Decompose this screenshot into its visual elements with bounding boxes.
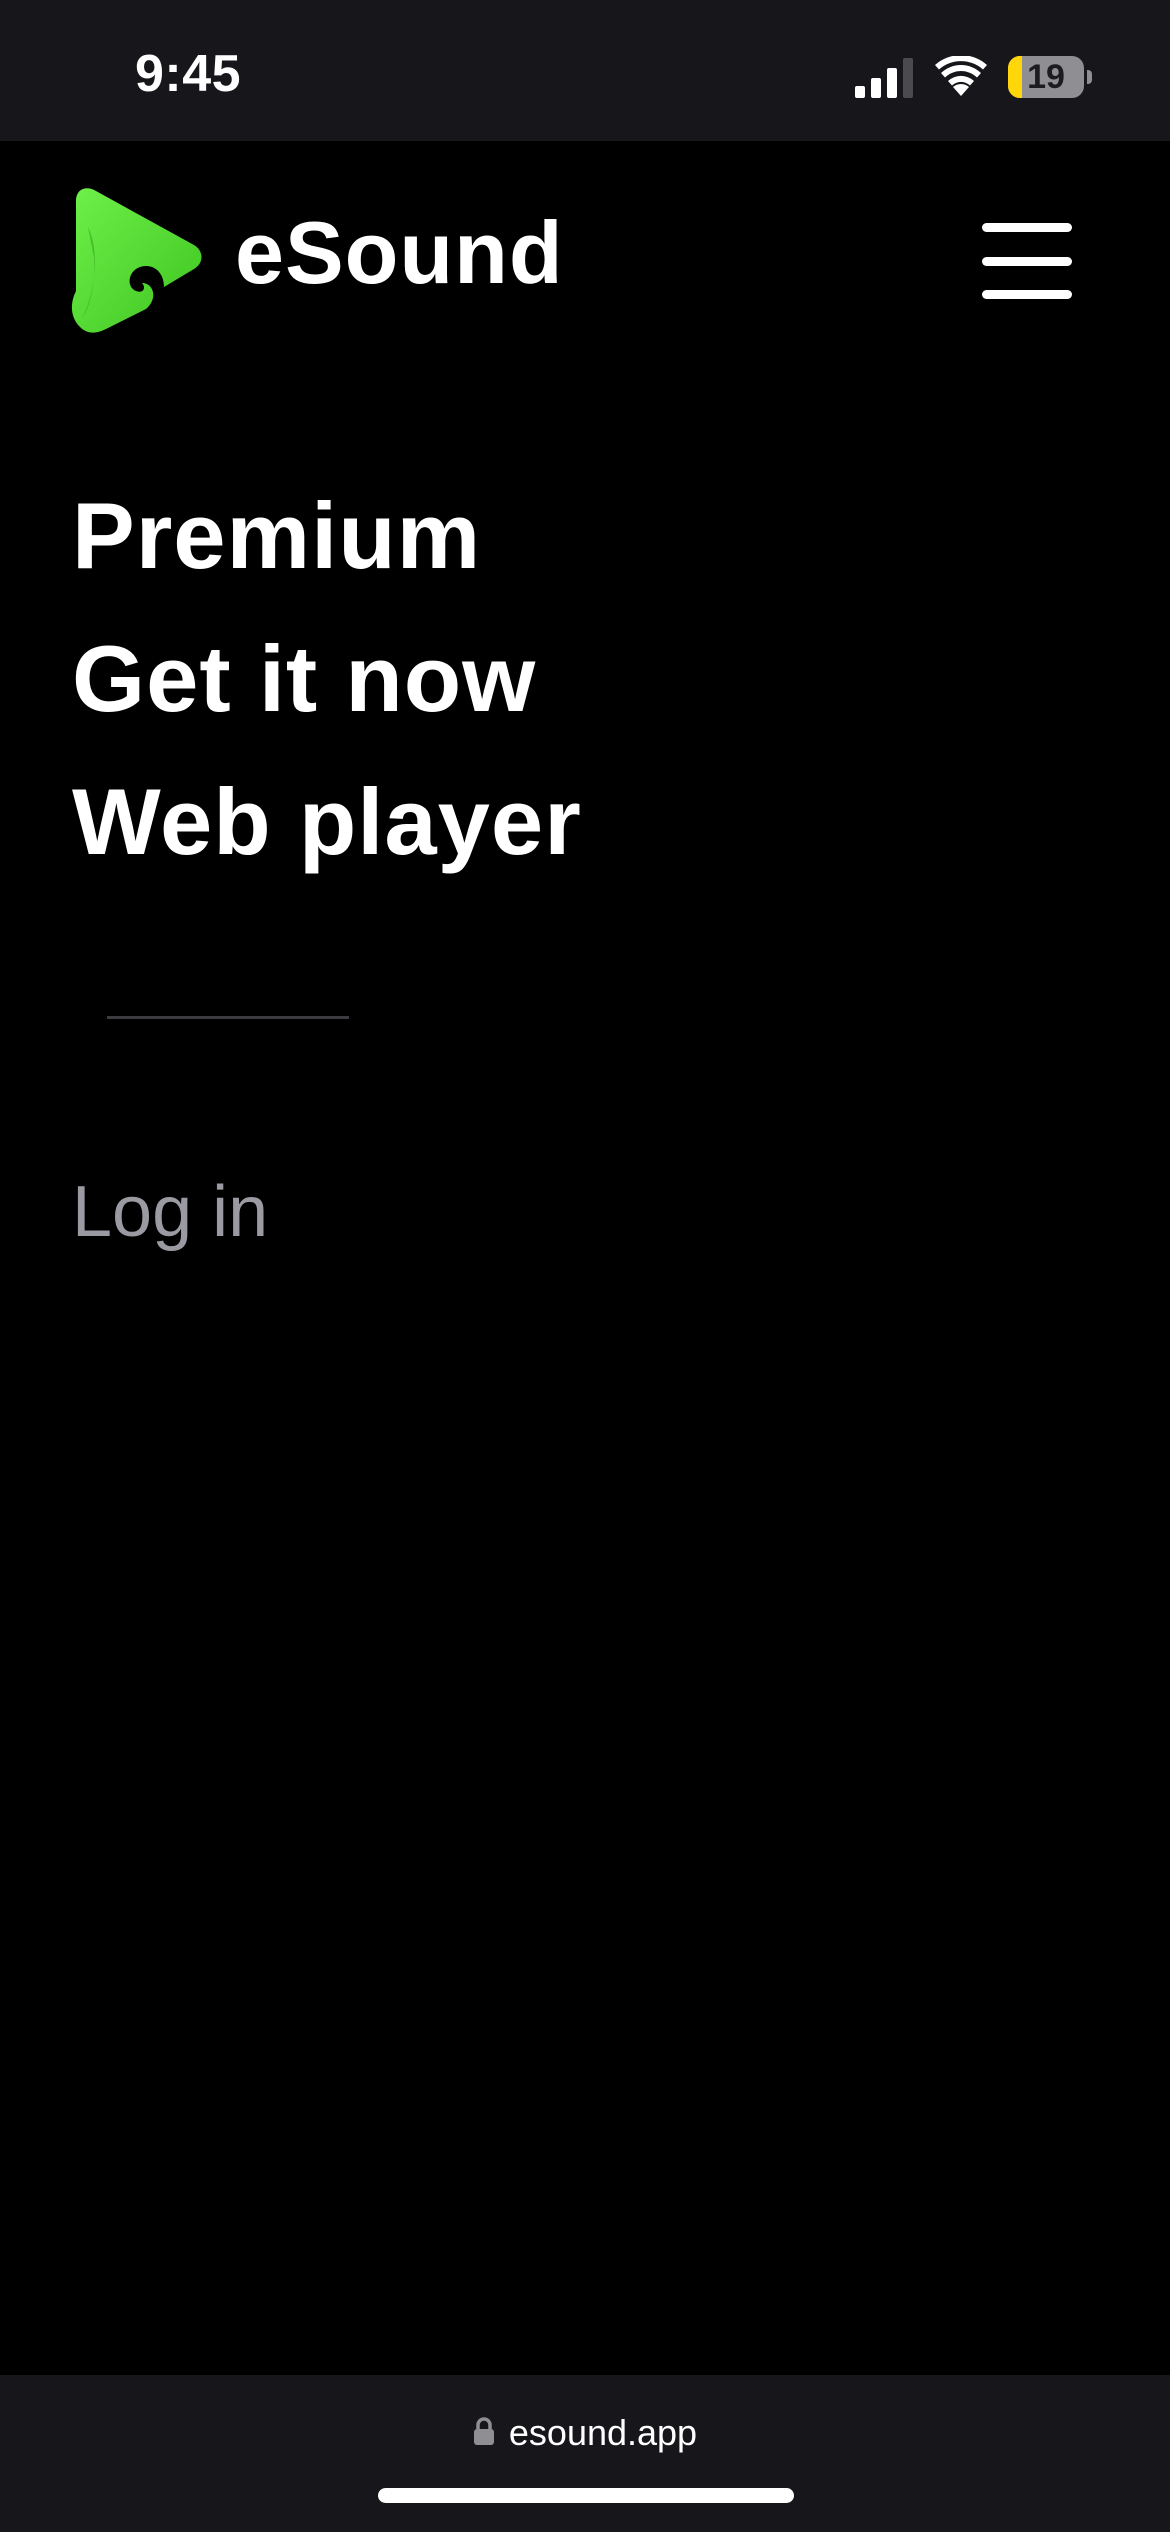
lock-icon bbox=[473, 2417, 494, 2446]
screen: 9:45 19 eSound Premium Get it now Web pl… bbox=[0, 0, 1170, 2532]
status-time: 9:45 bbox=[135, 45, 242, 103]
battery-icon: 19 bbox=[1008, 56, 1092, 100]
login-link[interactable]: Log in bbox=[72, 1176, 268, 1248]
nav-item-premium[interactable]: Premium bbox=[72, 489, 481, 583]
status-bar: 9:45 19 bbox=[0, 0, 1170, 141]
site-header: eSound bbox=[0, 141, 1170, 381]
home-indicator[interactable] bbox=[378, 2488, 794, 2503]
cellular-signal-icon bbox=[855, 58, 913, 98]
wifi-icon bbox=[935, 56, 987, 96]
nav-item-web-player[interactable]: Web player bbox=[72, 775, 582, 869]
brand-name[interactable]: eSound bbox=[235, 209, 564, 297]
hamburger-menu-icon[interactable] bbox=[982, 223, 1072, 299]
esound-logo-icon[interactable] bbox=[68, 187, 204, 335]
url-display[interactable]: esound.app bbox=[0, 2415, 1170, 2451]
menu-divider bbox=[107, 1016, 349, 1019]
battery-level: 19 bbox=[1027, 58, 1065, 96]
browser-url-bar[interactable]: esound.app bbox=[0, 2375, 1170, 2532]
nav-item-get-it-now[interactable]: Get it now bbox=[72, 632, 536, 726]
url-text: esound.app bbox=[508, 2412, 698, 2453]
